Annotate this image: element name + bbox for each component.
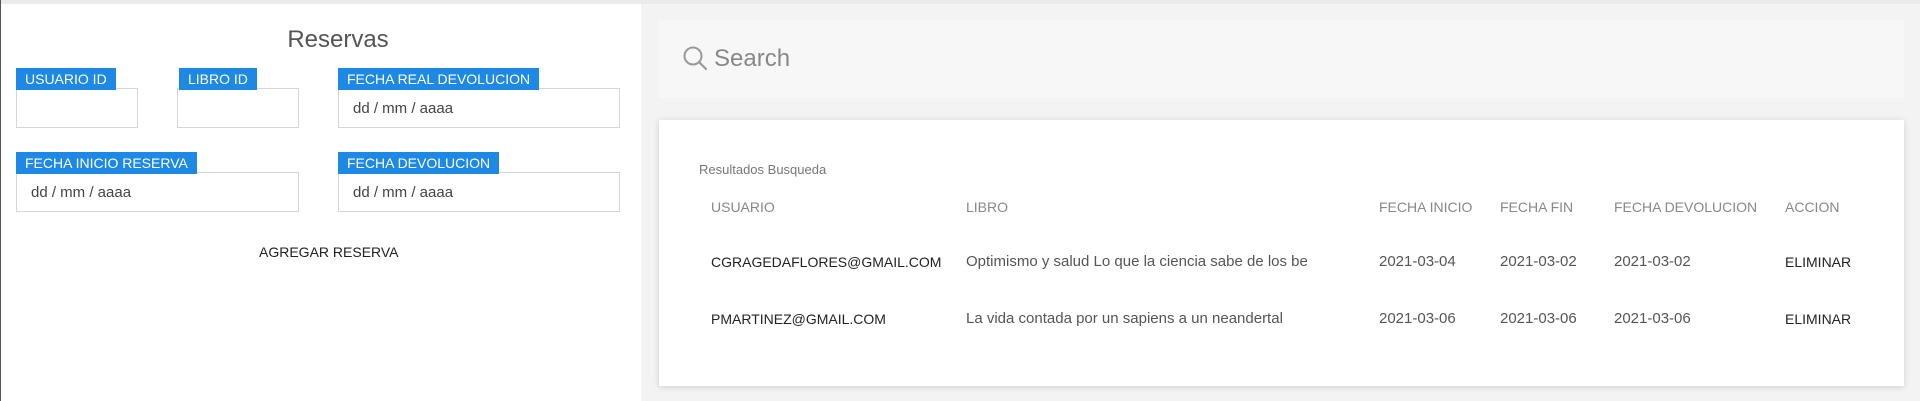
row-fecha-fin: 2021-03-06: [1500, 310, 1577, 327]
row-fecha-inicio: 2021-03-06: [1379, 310, 1456, 327]
form-title: Reservas: [287, 26, 389, 53]
row-usuario: PMARTINEZ@GMAIL.COM: [711, 311, 886, 327]
search-bar: [659, 20, 1904, 98]
reservation-form: Reservas USUARIO ID LIBRO ID FECHA REAL …: [1, 4, 641, 401]
usuario-id-label: USUARIO ID: [16, 68, 116, 90]
libro-id-input[interactable]: [177, 88, 299, 128]
fecha-inicio-reserva-label: FECHA INICIO RESERVA: [16, 152, 197, 174]
search-icon[interactable]: [682, 45, 708, 71]
results-title: Resultados Busqueda: [699, 162, 827, 177]
row-fecha-devolucion: 2021-03-02: [1614, 253, 1691, 270]
search-input[interactable]: [714, 38, 1814, 80]
delete-button[interactable]: ELIMINAR: [1785, 254, 1851, 270]
row-libro: La vida contada por un sapiens a un nean…: [966, 310, 1283, 327]
fecha-inicio-reserva-input[interactable]: dd / mm / aaaa: [16, 172, 299, 212]
column-header-usuario: USUARIO: [711, 199, 775, 215]
column-header-fecha-inicio: FECHA INICIO: [1379, 199, 1473, 215]
column-header-accion: ACCION: [1785, 199, 1840, 215]
row-usuario: CGRAGEDAFLORES@GMAIL.COM: [711, 254, 942, 270]
column-header-fecha-fin: FECHA FIN: [1500, 199, 1574, 215]
fecha-real-devolucion-label: FECHA REAL DEVOLUCION: [338, 68, 540, 90]
fecha-devolucion-input[interactable]: dd / mm / aaaa: [338, 172, 620, 212]
add-reservation-button[interactable]: AGREGAR RESERVA: [259, 244, 399, 260]
usuario-id-input[interactable]: [16, 88, 138, 128]
column-header-fecha-devolucion: FECHA DEVOLUCION: [1614, 199, 1758, 215]
libro-id-label: LIBRO ID: [179, 68, 257, 90]
row-libro: Optimismo y salud Lo que la ciencia sabe…: [966, 253, 1308, 270]
row-fecha-devolucion: 2021-03-06: [1614, 310, 1691, 327]
fecha-real-devolucion-placeholder: dd / mm / aaaa: [353, 99, 454, 117]
delete-button[interactable]: ELIMINAR: [1785, 311, 1851, 327]
row-fecha-fin: 2021-03-02: [1500, 253, 1577, 270]
fecha-devolucion-placeholder: dd / mm / aaaa: [353, 183, 454, 201]
fecha-devolucion-label: FECHA DEVOLUCION: [338, 152, 500, 174]
fecha-inicio-reserva-placeholder: dd / mm / aaaa: [31, 183, 132, 201]
row-fecha-inicio: 2021-03-04: [1379, 253, 1456, 270]
column-header-libro: LIBRO: [966, 199, 1009, 215]
fecha-real-devolucion-input[interactable]: dd / mm / aaaa: [338, 88, 620, 128]
results-panel: Resultados Busqueda USUARIO LIBRO FECHA …: [659, 120, 1904, 386]
